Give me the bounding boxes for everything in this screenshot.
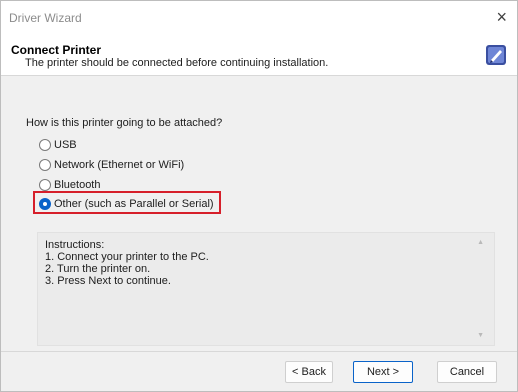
title-bar: Driver Wizard × [1,1,517,35]
driver-wizard-window: Driver Wizard × Connect Printer The prin… [0,0,518,392]
scroll-down-icon[interactable]: ▼ [477,332,484,339]
radio-option-network[interactable]: Network (Ethernet or WiFi) [39,159,184,171]
back-button[interactable]: < Back [285,361,333,383]
radio-button[interactable] [39,179,51,191]
radio-option-bluetooth[interactable]: Bluetooth [39,179,100,191]
cancel-button[interactable]: Cancel [437,361,497,383]
window-title: Driver Wizard [9,11,82,25]
instructions-line: 2. Turn the printer on. [45,263,151,275]
scroll-up-icon[interactable]: ▲ [477,239,484,246]
page-subtitle: The printer should be connected before c… [25,57,329,69]
close-icon[interactable]: × [496,8,507,26]
highlight-box [33,191,221,214]
instructions-line: 3. Press Next to continue. [45,275,171,287]
radio-button[interactable] [39,139,51,151]
radio-button[interactable] [39,159,51,171]
instructions-line: 1. Connect your printer to the PC. [45,251,209,263]
instructions-box: Instructions: 1. Connect your printer to… [37,232,495,346]
radio-label: Bluetooth [54,179,101,191]
wizard-icon [486,45,506,65]
attach-question: How is this printer going to be attached… [26,117,223,129]
page-title: Connect Printer [11,43,102,57]
wizard-header: Connect Printer The printer should be co… [1,35,517,76]
radio-label: USB [54,139,77,151]
next-button[interactable]: Next > [353,361,413,383]
radio-label: Network (Ethernet or WiFi) [54,159,185,171]
footer-divider [1,351,517,352]
radio-option-usb[interactable]: USB [39,139,77,151]
instructions-line: Instructions: [45,239,105,251]
